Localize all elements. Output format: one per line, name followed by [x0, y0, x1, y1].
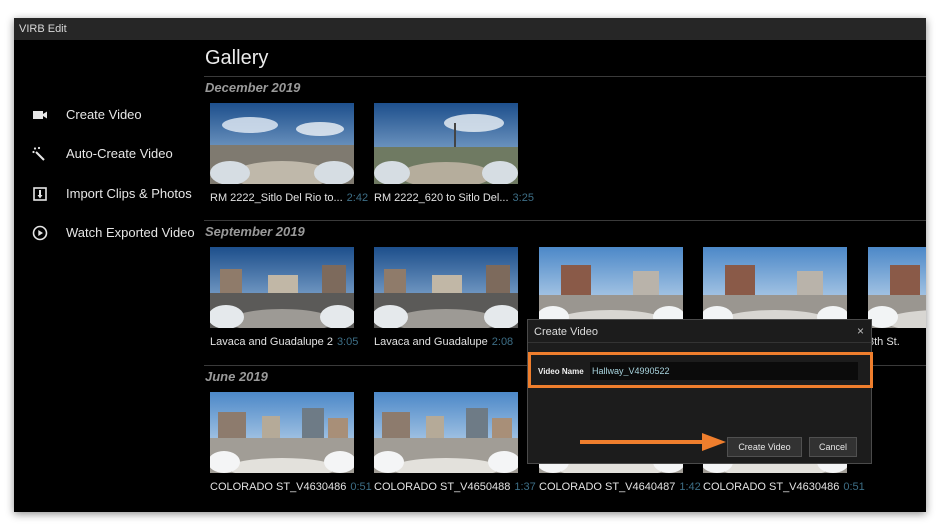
- clip-thumbnail: [374, 392, 518, 473]
- clip-thumbnail: [374, 247, 518, 328]
- close-icon[interactable]: ×: [857, 324, 864, 338]
- clip-duration: 3:05: [336, 336, 359, 348]
- arrow-annotation-icon: [580, 433, 726, 451]
- gallery-clip[interactable]: COLORADO ST_V4630486 0:51: [208, 392, 372, 502]
- sidebar-item-label: Auto-Create Video: [66, 146, 173, 161]
- sidebar-item-auto-create-video[interactable]: Auto-Create Video: [14, 139, 199, 169]
- clip-thumbnail: [374, 103, 518, 184]
- clip-duration: 0:51: [843, 481, 865, 493]
- gallery-clip[interactable]: Lavaca and Guadalupe 2:08: [372, 247, 520, 357]
- sidebar: Create Video Auto-Create Video Import Cl…: [14, 40, 199, 512]
- highlight-annotation: Video Name: [528, 352, 873, 388]
- sidebar-item-create-video[interactable]: Create Video: [14, 100, 199, 130]
- sidebar-item-label: Import Clips & Photos: [66, 186, 192, 201]
- clip-thumbnail: [210, 103, 354, 184]
- clip-thumbnail: [539, 247, 683, 328]
- clip-name: COLORADO ST_V4650488: [374, 481, 511, 493]
- section-heading: September 2019: [205, 224, 305, 239]
- page-title: Gallery: [205, 47, 269, 69]
- gallery-clip[interactable]: 8th St.: [866, 247, 926, 357]
- clip-thumbnail: [210, 392, 354, 473]
- section-heading: December 2019: [205, 80, 301, 95]
- clip-duration: 0:51: [350, 481, 372, 493]
- clip-thumbnail: [703, 247, 847, 328]
- clip-name: Lavaca and Guadalupe 2: [210, 336, 333, 348]
- play-icon: [32, 225, 48, 241]
- gallery-clip[interactable]: COLORADO ST_V4650488 1:37: [372, 392, 536, 502]
- clip-name: COLORADO ST_V4630486: [703, 481, 840, 493]
- sidebar-item-label: Create Video: [66, 107, 142, 122]
- divider: [204, 76, 926, 77]
- clip-duration: 3:25: [512, 192, 534, 204]
- clip-name: 8th St.: [868, 336, 900, 348]
- gallery-clip[interactable]: RM 2222_Sitlo Del Rio to... 2:42: [208, 103, 368, 213]
- cancel-button[interactable]: Cancel: [809, 437, 857, 457]
- window-title: VIRB Edit: [14, 18, 926, 40]
- dialog-title: Create Video: [534, 326, 599, 338]
- divider: [528, 342, 871, 343]
- sidebar-item-watch-exported[interactable]: Watch Exported Video: [14, 218, 199, 248]
- magic-wand-icon: [32, 146, 45, 161]
- sidebar-item-import-clips[interactable]: Import Clips & Photos: [14, 179, 199, 209]
- clip-duration: 1:37: [514, 481, 536, 493]
- app-window: VIRB Edit Create Video Auto-Create Video…: [14, 18, 926, 512]
- create-video-button[interactable]: Create Video: [727, 437, 802, 457]
- clip-name: Lavaca and Guadalupe: [374, 336, 488, 348]
- sidebar-item-label: Watch Exported Video: [66, 225, 195, 240]
- section-heading: June 2019: [205, 369, 268, 384]
- clip-duration: 1:42: [679, 481, 701, 493]
- gallery-clip[interactable]: Lavaca and Guadalupe 2 3:05: [208, 247, 359, 357]
- clip-name: COLORADO ST_V4640487: [539, 481, 676, 493]
- clip-duration: 2:08: [491, 336, 514, 348]
- camera-icon: [33, 111, 47, 119]
- import-icon: [33, 187, 47, 201]
- clip-name: COLORADO ST_V4630486: [210, 481, 347, 493]
- video-name-label: Video Name: [538, 367, 584, 376]
- clip-name: RM 2222_620 to Sitlo Del...: [374, 192, 509, 204]
- video-name-input[interactable]: [590, 362, 858, 380]
- clip-name: RM 2222_Sitlo Del Rio to...: [210, 192, 343, 204]
- clip-duration: 2:42: [346, 192, 369, 204]
- divider: [204, 220, 926, 221]
- clip-thumbnail: [868, 247, 926, 328]
- gallery-clip[interactable]: RM 2222_620 to Sitlo Del... 3:25: [372, 103, 534, 213]
- clip-thumbnail: [210, 247, 354, 328]
